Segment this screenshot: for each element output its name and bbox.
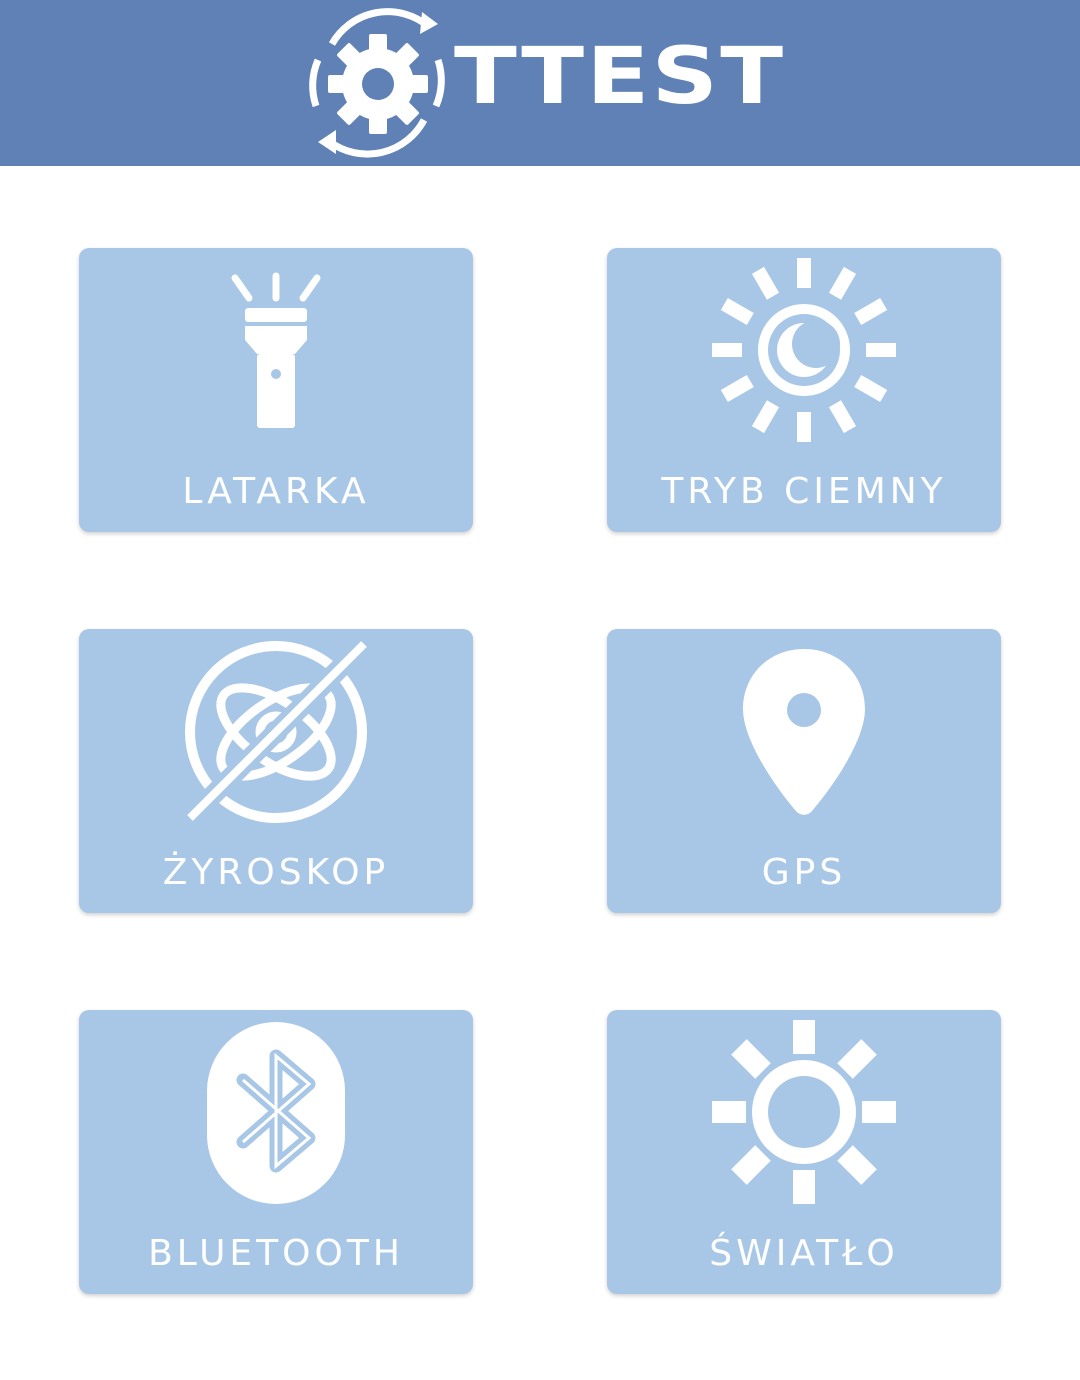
app-logo: TTEST <box>296 2 786 164</box>
gear-sync-icon <box>309 8 445 158</box>
logo-text: TTEST <box>454 32 786 122</box>
bluetooth-icon <box>79 1010 473 1215</box>
app-header: TTEST <box>0 0 1080 166</box>
tile-label: GPS <box>761 852 847 893</box>
sun-icon <box>607 1010 1001 1215</box>
tile-label: BLUETOOTH <box>148 1233 404 1274</box>
tile-label: LATARKA <box>182 471 370 512</box>
tile-dark-mode[interactable]: TRYB CIEMNY <box>607 248 1001 532</box>
tile-label: ŚWIATŁO <box>709 1233 899 1274</box>
tile-flashlight[interactable]: LATARKA <box>79 248 473 532</box>
tile-gps[interactable]: GPS <box>607 629 1001 913</box>
tile-label: TRYB CIEMNY <box>661 471 947 512</box>
location-pin-icon <box>607 629 1001 834</box>
gyroscope-off-icon <box>79 629 473 834</box>
tile-light[interactable]: ŚWIATŁO <box>607 1010 1001 1294</box>
tile-gyroscope[interactable]: ŻYROSKOP <box>79 629 473 913</box>
dark-mode-icon <box>607 248 1001 453</box>
tile-bluetooth[interactable]: BLUETOOTH <box>79 1010 473 1294</box>
flashlight-icon <box>79 248 473 453</box>
tile-label: ŻYROSKOP <box>162 852 390 893</box>
